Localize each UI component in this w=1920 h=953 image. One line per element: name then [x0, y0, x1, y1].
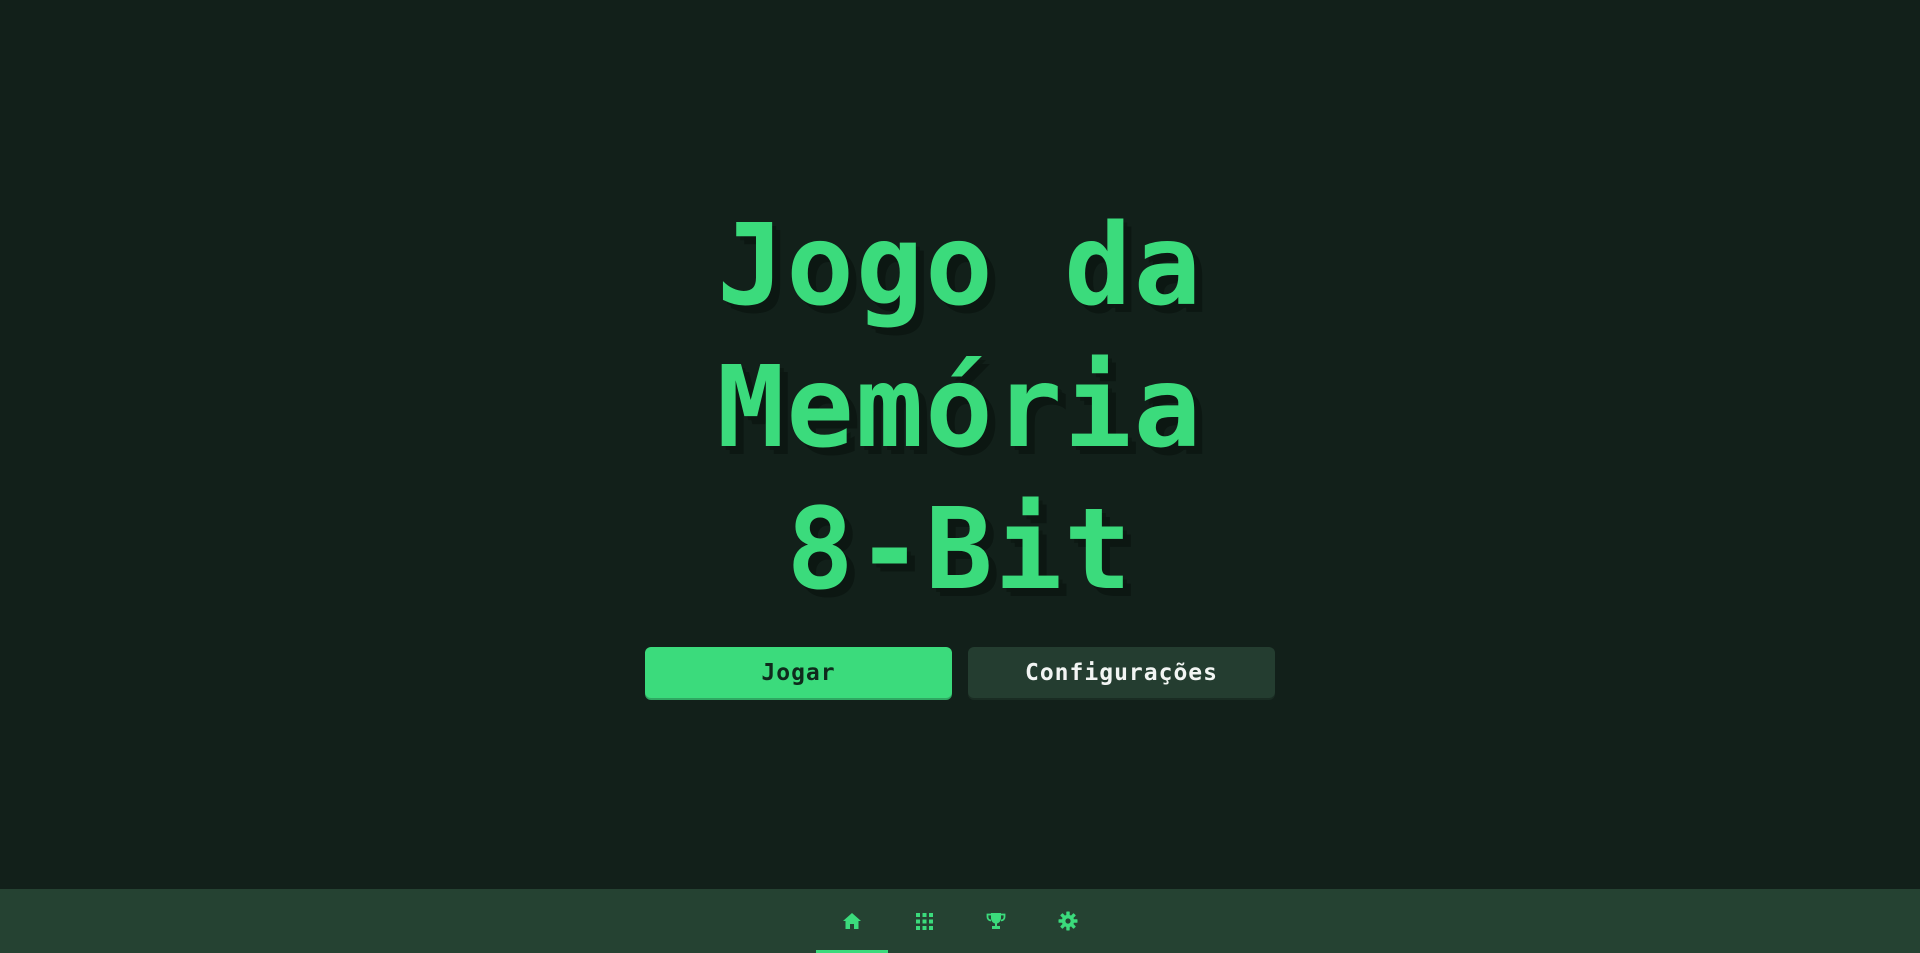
- app-screen: Jogo da Memória 8-Bit Jogar Configuraçõe…: [0, 0, 1920, 953]
- grid-icon: [915, 912, 933, 930]
- main-content: Jogo da Memória 8-Bit Jogar Configuraçõe…: [0, 0, 1920, 889]
- title-line-3: 8-Bit: [786, 485, 1134, 615]
- home-icon: [842, 912, 862, 930]
- title-line-1: Jogo da: [716, 201, 1203, 331]
- nav-item-trophy[interactable]: [960, 889, 1032, 953]
- game-title: Jogo da Memória 8-Bit: [560, 195, 1360, 621]
- trophy-icon: [986, 912, 1006, 930]
- play-button[interactable]: Jogar: [645, 647, 952, 698]
- nav-item-home[interactable]: [816, 889, 888, 953]
- nav-item-grid[interactable]: [888, 889, 960, 953]
- title-line-2: Memória: [716, 343, 1203, 473]
- settings-button[interactable]: Configurações: [968, 647, 1275, 698]
- gear-icon: [1058, 911, 1078, 931]
- bottom-navigation: [0, 889, 1920, 953]
- nav-item-settings[interactable]: [1032, 889, 1104, 953]
